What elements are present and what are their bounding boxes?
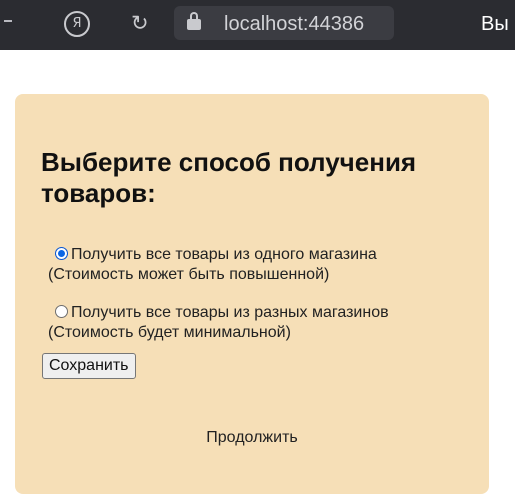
- address-text[interactable]: localhost:44386: [224, 12, 364, 36]
- radio-selected[interactable]: [55, 247, 68, 260]
- option-multiple-stores-note: (Стоимость будет минимальной): [48, 324, 291, 341]
- option-single-store[interactable]: Получить все товары из одного магазина: [48, 245, 377, 265]
- browser-toolbar: Я ↻ localhost:44386 Вы: [0, 0, 515, 50]
- option-single-store-note: (Стоимость может быть повышенной): [48, 266, 330, 283]
- option-single-store-label: Получить все товары из одного магазина: [71, 246, 377, 263]
- option-multiple-stores[interactable]: Получить все товары из разных магазинов: [48, 303, 389, 323]
- page-title: Выберите способ получения товаров:: [41, 147, 417, 208]
- truncated-toolbar-label[interactable]: Вы: [481, 12, 515, 36]
- tab-edge: [4, 20, 12, 22]
- radio-unselected[interactable]: [55, 305, 68, 318]
- lock-body: [187, 19, 201, 30]
- yandex-icon[interactable]: Я: [64, 11, 90, 37]
- save-button[interactable]: Сохранить: [42, 353, 136, 379]
- continue-link[interactable]: Продолжить: [0, 428, 504, 448]
- option-multiple-stores-label: Получить все товары из разных магазинов: [71, 304, 389, 321]
- lock-icon[interactable]: [187, 12, 201, 32]
- reload-icon[interactable]: ↻: [131, 10, 149, 36]
